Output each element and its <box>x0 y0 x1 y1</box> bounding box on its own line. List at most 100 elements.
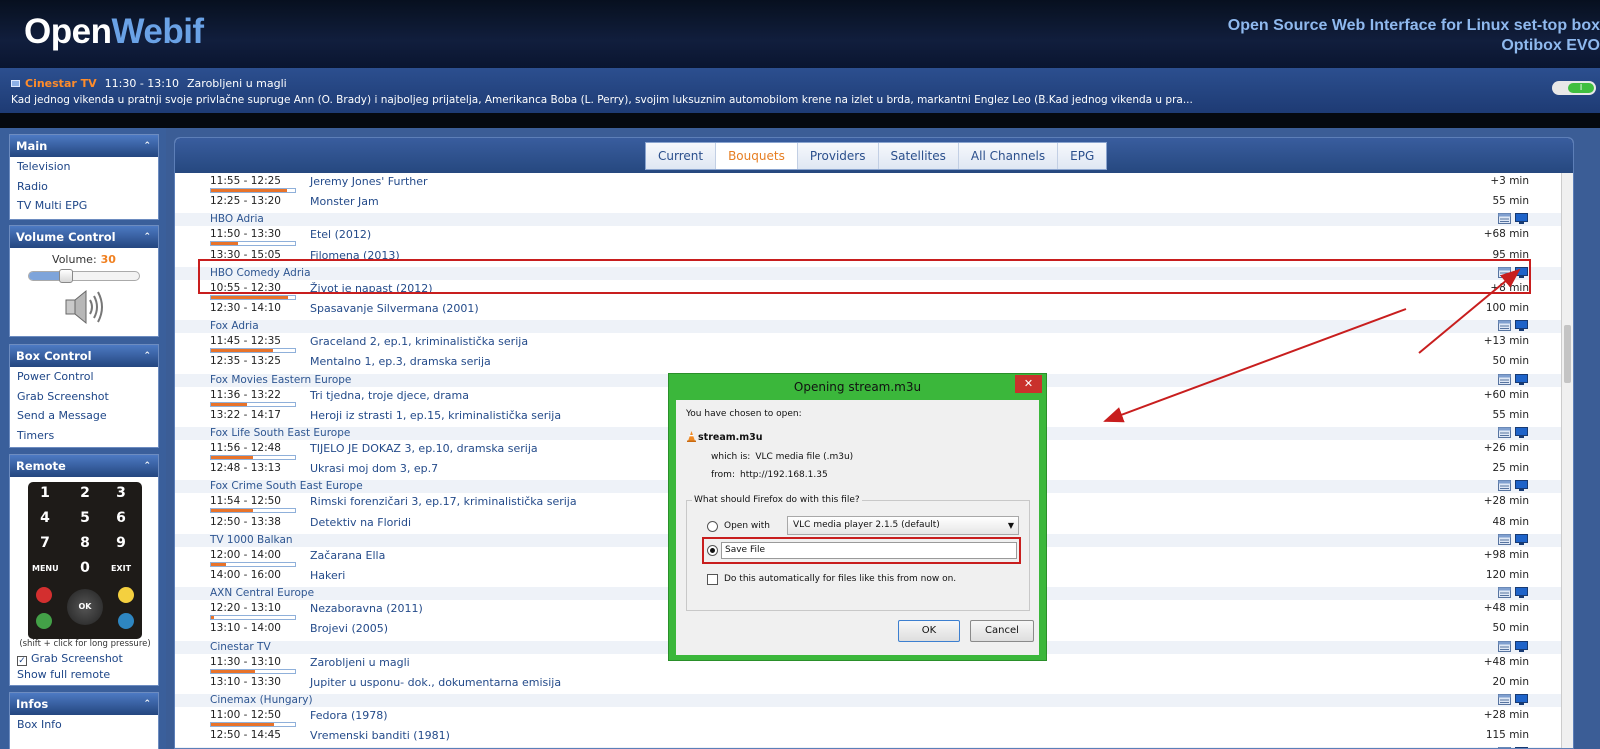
event-title[interactable]: Etel (2012) <box>310 228 371 241</box>
tab-satellites[interactable]: Satellites <box>878 143 959 169</box>
volume-slider[interactable] <box>28 269 140 283</box>
stream-tv-icon[interactable] <box>1515 694 1528 705</box>
epg-grid-icon[interactable] <box>1498 480 1511 492</box>
epg-event-row[interactable]: 12:25 - 13:20 Monster Jam 55 min <box>175 193 1563 214</box>
openwebif-logo[interactable]: OpenWebif <box>24 12 204 52</box>
epg-grid-icon[interactable] <box>1498 373 1511 385</box>
event-title[interactable]: Nezaboravna (2011) <box>310 602 423 615</box>
ok-button[interactable]: OK <box>898 620 960 642</box>
remote-ok-button[interactable]: OK <box>67 589 103 625</box>
box-control-panel-header[interactable]: Box Control ⌃ <box>10 345 158 367</box>
now-playing-channel[interactable]: Cinestar TV <box>25 77 97 90</box>
epg-event-row[interactable]: 12:50 - 14:45 Vremenski banditi (1981) 115… <box>175 727 1563 748</box>
event-title[interactable]: Jeremy Jones' Further <box>310 175 428 188</box>
epg-grid-icon[interactable] <box>1498 213 1511 225</box>
service-name[interactable]: Fox Life South East Europe <box>210 427 350 439</box>
sidebar-item-tv-multi-epg[interactable]: TV Multi EPG <box>10 196 158 216</box>
sidebar-item-radio[interactable]: Radio <box>10 177 158 197</box>
stream-tv-icon[interactable] <box>1515 373 1528 385</box>
vertical-scrollbar[interactable] <box>1561 173 1573 748</box>
epg-grid-icon[interactable] <box>1498 694 1511 705</box>
event-title[interactable]: Ukrasi moj dom 3, ep.7 <box>310 462 438 475</box>
show-full-remote-link[interactable]: Show full remote <box>17 668 110 681</box>
infos-panel-header[interactable]: Infos ⌃ <box>10 693 158 715</box>
remote-yellow-button[interactable] <box>118 587 134 603</box>
chevron-up-icon[interactable]: ⌃ <box>143 693 151 715</box>
event-title[interactable]: Graceland 2, ep.1, kriminalistička serij… <box>310 335 528 348</box>
service-name[interactable]: Fox Adria <box>210 320 259 332</box>
scrollbar-thumb[interactable] <box>1564 325 1571 383</box>
tab-providers[interactable]: Providers <box>797 143 879 169</box>
remote-key-6[interactable]: 6 <box>108 510 134 526</box>
chevron-up-icon[interactable]: ⌃ <box>143 345 151 367</box>
event-title[interactable]: Začarana Ella <box>310 549 385 562</box>
event-title[interactable]: Heroji iz strasti 1, ep.15, kriminalisti… <box>310 409 561 422</box>
epg-service-row[interactable]: Fox Adria <box>175 320 1563 334</box>
sidebar-item-grab-screenshot[interactable]: Grab Screenshot <box>10 387 158 407</box>
auto-checkbox[interactable] <box>707 574 718 585</box>
epg-grid-icon[interactable] <box>1498 533 1511 545</box>
volume-panel-header[interactable]: Volume Control ⌃ <box>10 226 158 248</box>
epg-event-row[interactable]: 11:55 - 12:25 Jeremy Jones' Further +3 min <box>175 173 1563 193</box>
remote-green-button[interactable] <box>36 613 52 629</box>
event-title[interactable]: Monster Jam <box>310 195 379 208</box>
stream-tv-icon[interactable] <box>1515 533 1528 545</box>
chevron-up-icon[interactable]: ⌃ <box>143 226 151 248</box>
application-select[interactable]: VLC media player 2.1.5 (default) ▼ <box>787 516 1019 535</box>
epg-service-row[interactable]: Cinemax (Hungary) <box>175 694 1563 707</box>
cancel-button[interactable]: Cancel <box>970 620 1034 642</box>
stream-tv-icon[interactable] <box>1515 427 1528 438</box>
event-title[interactable]: Rimski forenzičari 3, ep.17, kriminalist… <box>310 495 577 508</box>
remote-key-7[interactable]: 7 <box>32 535 58 551</box>
event-title[interactable]: Zarobljeni u magli <box>310 656 410 669</box>
dialog-close-button[interactable]: ✕ <box>1015 375 1042 393</box>
stream-tv-icon[interactable] <box>1515 640 1528 652</box>
stream-tv-icon[interactable] <box>1515 480 1528 492</box>
remote-key-8[interactable]: 8 <box>72 535 98 551</box>
remote-key-5[interactable]: 5 <box>72 510 98 526</box>
event-title[interactable]: Jupiter u usponu- dok., dokumentarna emi… <box>310 676 561 689</box>
epg-event-row[interactable]: 11:50 - 13:30 Etel (2012) +68 min <box>175 226 1563 247</box>
tab-all-channels[interactable]: All Channels <box>958 143 1059 169</box>
speaker-icon[interactable] <box>62 287 106 327</box>
epg-grid-icon[interactable] <box>1498 427 1511 438</box>
sidebar-item-timers[interactable]: Timers <box>10 426 158 446</box>
remote-key-exit[interactable]: EXIT <box>108 564 134 573</box>
remote-key-2[interactable]: 2 <box>72 485 98 501</box>
remote-key-1[interactable]: 1 <box>32 485 58 501</box>
epg-event-row[interactable]: 12:30 - 14:10 Spasavanje Silvermana (2001… <box>175 300 1563 320</box>
event-title[interactable]: Vremenski banditi (1981) <box>310 729 450 742</box>
chevron-up-icon[interactable]: ⌃ <box>143 455 151 477</box>
service-name[interactable]: HBO Adria <box>210 213 264 225</box>
service-name[interactable]: Fox Crime South East Europe <box>210 480 363 492</box>
stream-tv-icon[interactable] <box>1515 320 1528 332</box>
epg-event-row[interactable]: 11:00 - 12:50 Fedora (1978) +28 min <box>175 707 1563 727</box>
main-panel-header[interactable]: Main ⌃ <box>10 135 158 157</box>
remote-key-9[interactable]: 9 <box>108 535 134 551</box>
remote-key-menu[interactable]: MENU <box>32 564 59 573</box>
sidebar-item-send-message[interactable]: Send a Message <box>10 406 158 426</box>
open-with-label[interactable]: Open with <box>724 521 770 531</box>
tab-current[interactable]: Current <box>646 143 717 169</box>
service-name[interactable]: Cinemax (Hungary) <box>210 694 313 706</box>
epg-event-row[interactable]: 12:35 - 13:25 Mentalno 1, ep.3, dramska s… <box>175 353 1563 374</box>
stream-tv-icon[interactable] <box>1515 587 1528 599</box>
open-with-radio[interactable] <box>707 521 718 532</box>
tab-epg[interactable]: EPG <box>1058 143 1107 169</box>
auto-checkbox-label[interactable]: Do this automatically for files like thi… <box>724 574 956 584</box>
event-title[interactable]: Detektiv na Floridi <box>310 516 411 529</box>
stream-tv-icon[interactable] <box>1515 213 1528 225</box>
tab-bouquets[interactable]: Bouquets <box>716 143 798 169</box>
event-title[interactable]: TIJELO JE DOKAZ 3, ep.10, dramska serija <box>310 442 538 455</box>
checkbox-checked-icon[interactable]: ✓ <box>17 656 27 666</box>
event-title[interactable]: Tri tjedna, troje djece, drama <box>310 389 469 402</box>
remote-red-button[interactable] <box>36 587 52 603</box>
event-title[interactable]: Hakeri <box>310 569 345 582</box>
epg-grid-icon[interactable] <box>1498 587 1511 599</box>
volume-slider-handle[interactable] <box>59 269 73 283</box>
remote-key-0[interactable]: 0 <box>72 560 98 576</box>
service-name[interactable]: TV 1000 Balkan <box>210 534 293 546</box>
sidebar-item-box-info[interactable]: Box Info <box>10 715 158 735</box>
sidebar-item-power-control[interactable]: Power Control <box>10 367 158 387</box>
power-toggle[interactable]: I <box>1552 81 1596 95</box>
